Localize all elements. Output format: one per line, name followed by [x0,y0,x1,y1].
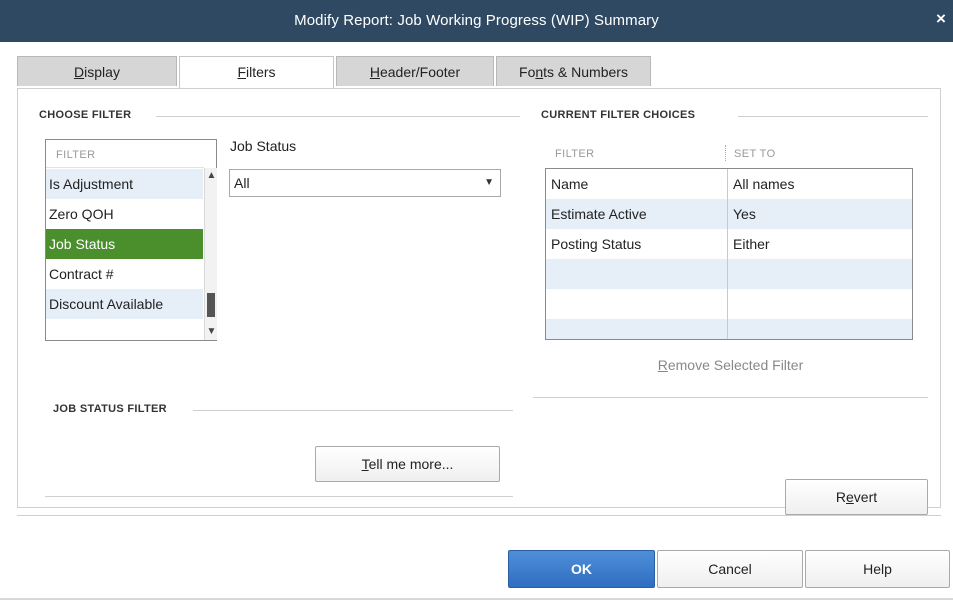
table-row-empty[interactable] [546,319,912,339]
cfc-filter-cell: Posting Status [551,236,642,252]
tab-filters[interactable]: Filters [179,56,334,89]
ok-button[interactable]: OK [508,550,655,588]
cfc-filter-cell: Estimate Active [551,206,647,222]
filter-list[interactable]: FILTER Is Adjustment Zero QOH Job Status… [45,139,217,341]
table-row[interactable]: Posting Status Either [546,229,912,259]
filter-item-contract[interactable]: Contract # [46,259,203,289]
cfc-filter-cell: Name [551,176,589,192]
tell-me-more-button[interactable]: Tell me more... [315,446,500,482]
window-bottom-edge [0,598,953,600]
remove-filter-label: emove Selected Filter [667,357,804,373]
title-bar: Modify Report: Job Working Progress (WIP… [0,0,953,42]
filter-item-is-adjustment[interactable]: Is Adjustment [46,169,203,199]
table-row-empty[interactable] [546,289,912,319]
cfc-setto-cell: All names [733,176,795,192]
job-status-filter-title: JOB STATUS FILTER [53,403,167,415]
current-filter-bottom-line [533,397,928,398]
tab-display[interactable]: Display [17,56,177,86]
filter-list-scrollbar[interactable]: ▲ ▼ [204,168,217,340]
table-row[interactable]: Name All names [546,169,912,199]
cfc-column-set-to: SET TO [734,148,776,160]
tell-me-mnemonic: T [361,456,369,472]
tab-fonts-numbers[interactable]: Fonts & Numbers [496,56,651,86]
choose-filter-title: CHOOSE FILTER [39,109,132,121]
filter-item-discount-available[interactable]: Discount Available [46,289,203,319]
job-status-filter-divider [193,410,513,411]
remove-filter-mnemonic: R [657,357,668,373]
revert-mnemonic: e [845,489,854,505]
tab-fonts-label: ts & Numbers [543,64,628,80]
cfc-header-separator [725,145,726,161]
remove-selected-filter-button[interactable]: Remove Selected Filter [609,350,852,380]
tab-header-label: eader/Footer [379,64,461,80]
tab-display-label: isplay [84,64,120,80]
job-status-filter-bottom-line [45,496,513,497]
scroll-thumb[interactable] [207,293,215,317]
scroll-down-icon[interactable]: ▼ [206,325,217,339]
chevron-down-icon[interactable]: ▼ [484,170,494,196]
current-filter-choices-title: CURRENT FILTER CHOICES [541,109,696,121]
job-status-value: All [234,175,250,191]
tab-header-mnemonic: H [369,64,380,80]
filter-list-header: FILTER [46,140,204,168]
table-row[interactable]: Estimate Active Yes [546,199,912,229]
scroll-up-icon[interactable]: ▲ [206,169,217,183]
job-status-label: Job Status [230,138,297,154]
tab-fonts-mnemonic: n [535,64,544,80]
filter-item-zero-qoh[interactable]: Zero QOH [46,199,203,229]
tab-header-footer[interactable]: Header/Footer [336,56,494,86]
choose-filter-divider [156,116,520,117]
current-filter-table[interactable]: Name All names Estimate Active Yes Posti… [545,168,913,340]
tab-fonts-label-pre: Fo [519,64,536,80]
tab-display-mnemonic: D [74,64,85,80]
filter-item-job-status[interactable]: Job Status [46,229,203,259]
tab-filters-label: ilters [246,64,276,80]
panel-bottom-line [17,515,941,516]
cfc-column-separator [727,169,728,339]
cfc-setto-cell: Yes [733,206,756,222]
cfc-column-filter: FILTER [555,148,595,160]
close-icon[interactable]: × [932,9,950,29]
tell-me-label: ell me more... [368,456,454,472]
help-button[interactable]: Help [805,550,950,588]
job-status-select[interactable]: All ▼ [229,169,501,197]
cfc-setto-cell: Either [733,236,770,252]
tab-filters-mnemonic: F [237,64,246,80]
revert-label: vert [853,489,878,505]
revert-button[interactable]: Revert [785,479,928,515]
window-title: Modify Report: Job Working Progress (WIP… [294,12,659,29]
revert-label-pre: R [835,489,846,505]
table-row-empty[interactable] [546,259,912,289]
current-filter-divider [738,116,928,117]
cancel-button[interactable]: Cancel [657,550,803,588]
